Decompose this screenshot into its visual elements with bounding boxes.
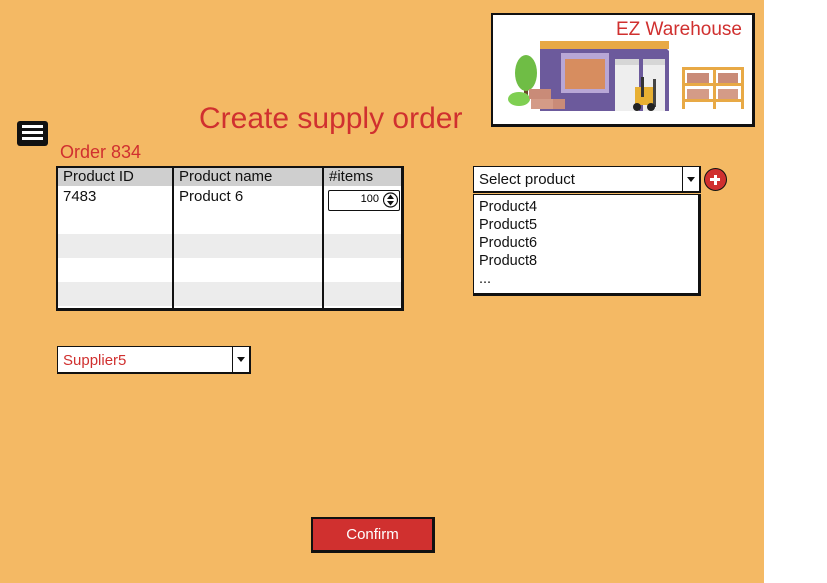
supplier-select-value: Supplier5 xyxy=(63,352,127,369)
column-items: #items 100 xyxy=(324,168,401,308)
product-option[interactable]: Product8 xyxy=(479,252,698,270)
plus-circle-icon[interactable] xyxy=(704,168,727,191)
page-title: Create supply order xyxy=(199,102,463,135)
product-select[interactable]: Select product xyxy=(473,166,701,193)
table-row xyxy=(58,258,172,282)
table-row xyxy=(58,282,172,306)
table-row xyxy=(174,282,322,306)
table-row xyxy=(58,234,172,258)
order-items-table: Product ID 7483 Product name Product 6 #… xyxy=(56,166,404,311)
supplier-select[interactable]: Supplier5 xyxy=(57,346,251,374)
table-row xyxy=(58,210,172,234)
product-select-value: Select product xyxy=(479,171,575,188)
table-cell-product-id[interactable]: 7483 xyxy=(58,186,172,210)
table-row xyxy=(174,234,322,258)
product-option[interactable]: Product5 xyxy=(479,216,698,234)
column-header: Product ID xyxy=(58,168,172,186)
confirm-button[interactable]: Confirm xyxy=(311,517,435,553)
table-row xyxy=(324,210,401,234)
table-row xyxy=(324,258,401,282)
chevron-down-icon[interactable] xyxy=(232,347,249,372)
order-label: Order 834 xyxy=(60,142,142,162)
table-row xyxy=(324,282,401,306)
column-header: #items xyxy=(324,168,401,186)
column-header: Product name xyxy=(174,168,322,186)
table-row xyxy=(324,234,401,258)
brand-name: EZ Warehouse xyxy=(615,19,742,40)
product-option[interactable]: Product6 xyxy=(479,234,698,252)
up-down-arrows-icon[interactable] xyxy=(383,192,398,208)
table-row xyxy=(174,258,322,282)
quantity-stepper[interactable]: 100 xyxy=(328,190,400,211)
column-product-id: Product ID 7483 xyxy=(58,168,174,308)
table-cell-product-name[interactable]: Product 6 xyxy=(174,186,322,210)
table-row xyxy=(174,210,322,234)
brand-logo: EZ Warehouse xyxy=(491,13,755,127)
app-canvas: EZ Warehouse Create supply order Order 8… xyxy=(0,0,764,583)
product-option-more[interactable]: ... xyxy=(479,270,698,288)
hamburger-menu-icon[interactable] xyxy=(17,121,48,146)
product-option[interactable]: Product4 xyxy=(479,198,698,216)
column-product-name: Product name Product 6 xyxy=(174,168,324,308)
product-options-list: Product4 Product5 Product6 Product8 ... xyxy=(473,194,701,296)
chevron-down-icon[interactable] xyxy=(682,167,699,191)
quantity-value[interactable]: 100 xyxy=(361,193,379,205)
